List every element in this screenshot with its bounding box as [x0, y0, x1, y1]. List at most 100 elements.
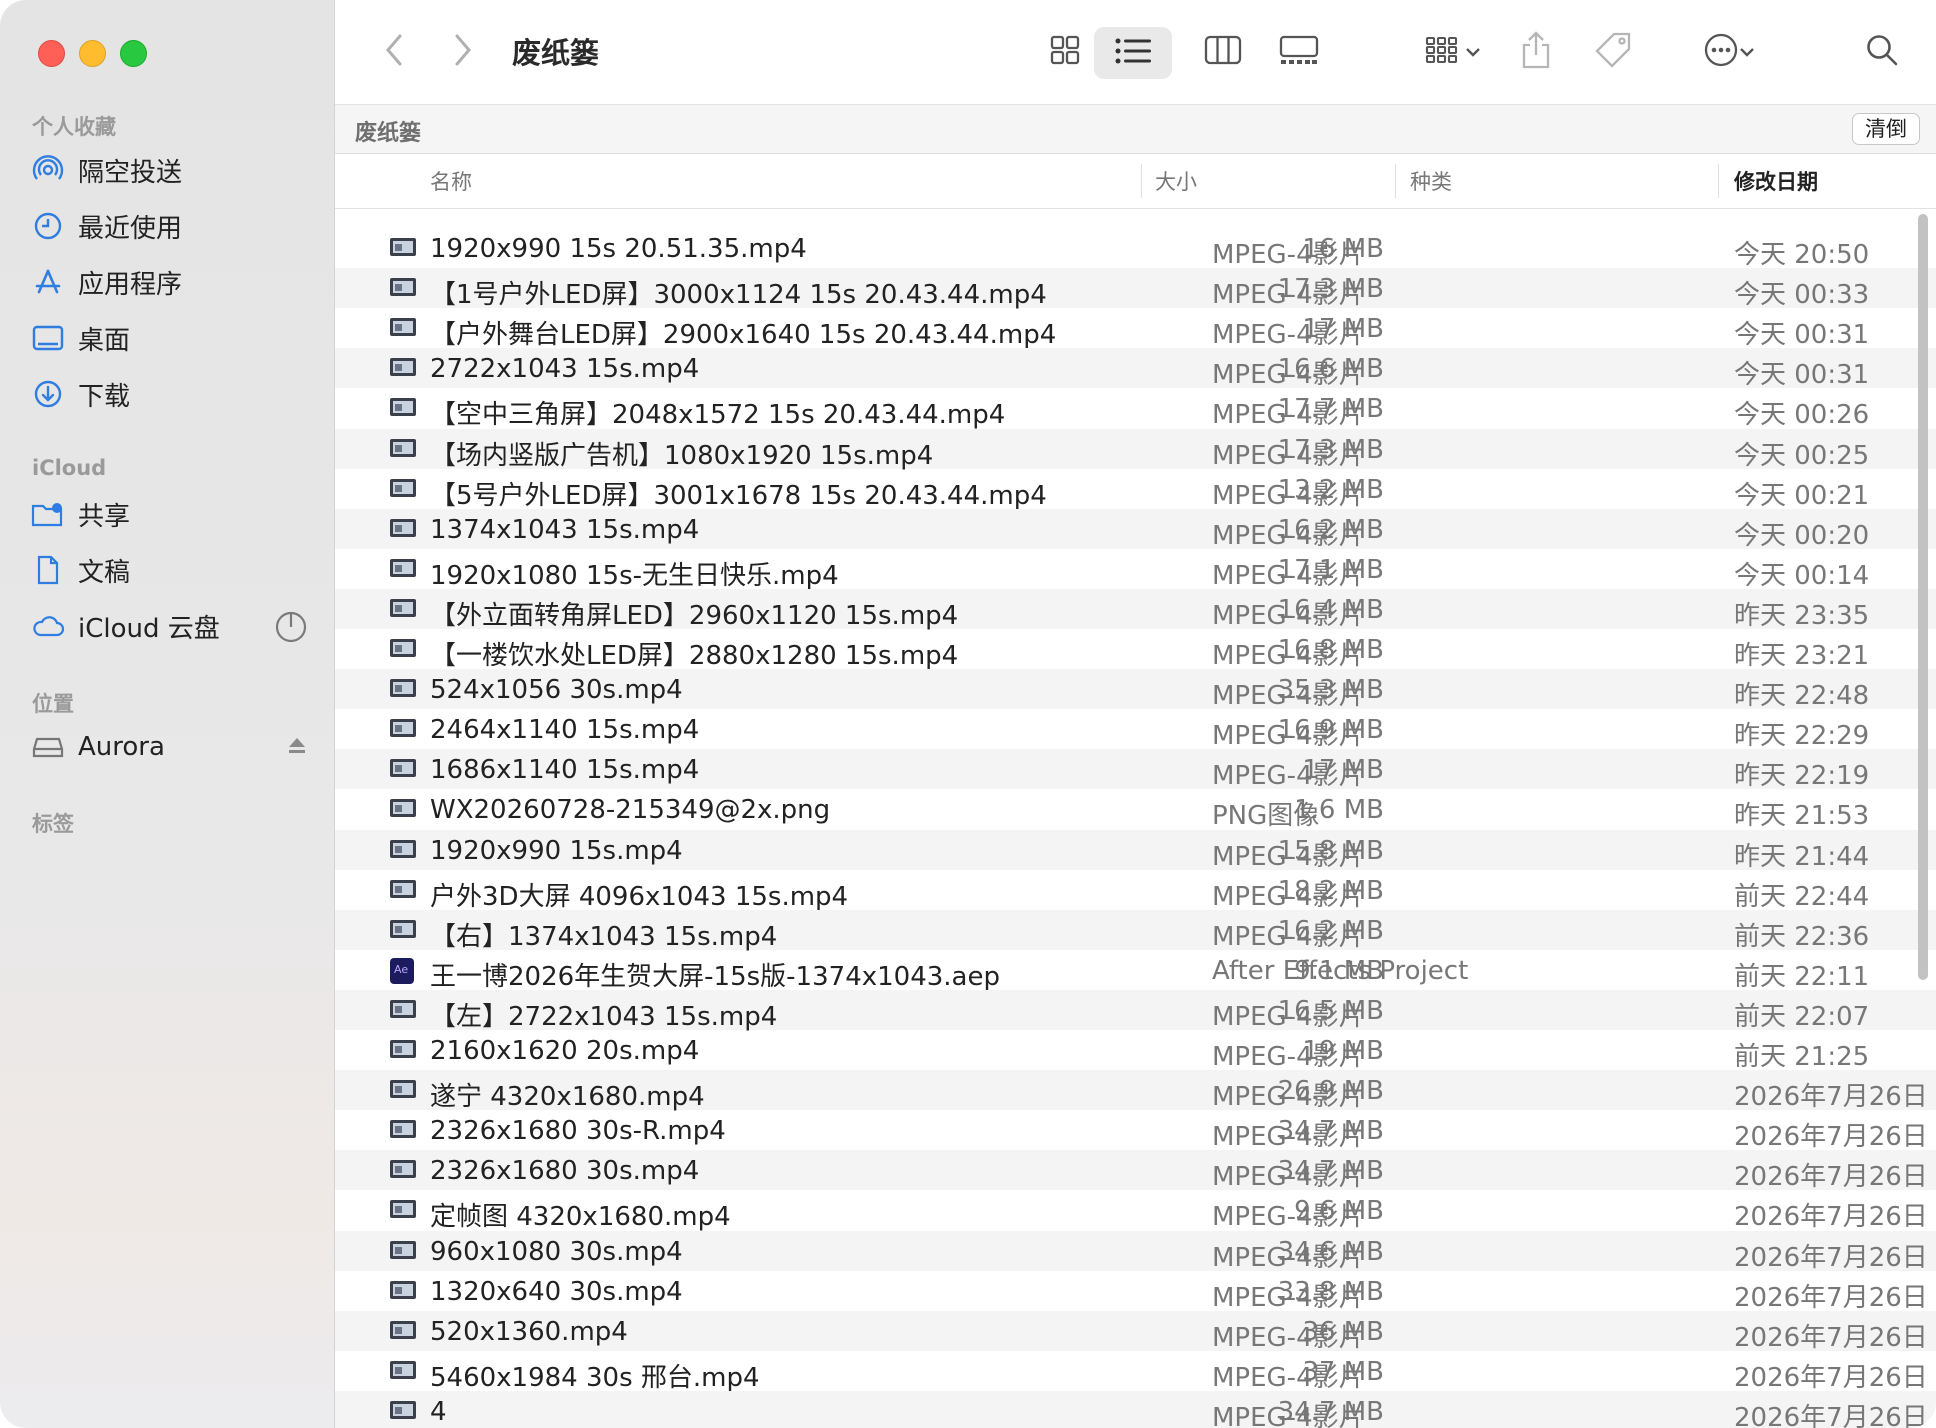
file-kind: PNG图像 [1212, 801, 1320, 832]
file-date-modified: 前天 21:25 [1734, 1042, 1870, 1072]
file-row[interactable]: 1920x990 15s.mp4 15.8 MB MPEG-4影片 昨天 21:44 [335, 829, 1936, 872]
file-name: 户外3D大屏 4096x1043 15s.mp4 [430, 881, 849, 912]
gallery-view-button[interactable] [1269, 30, 1329, 74]
sidebar: 个人收藏 隔空投送 最近使用 应用程序 桌面 下载 iCloud 共享 文稿 i… [0, 0, 335, 1428]
file-row[interactable]: 【1号户外LED屏】3000x1124 15s 20.43.44.mp4 17.3… [335, 268, 1936, 311]
file-row[interactable]: 2326x1680 30s-R.mp4 34.7 MB MPEG-4影片 2026年7… [335, 1110, 1936, 1152]
file-row[interactable]: 520x1360.mp4 36 MB MPEG-4影片 2026年7月26日 [335, 1310, 1936, 1353]
file-row[interactable]: 1686x1140 15s.mp4 17 MB MPEG-4影片 昨天 22:19 [335, 749, 1936, 792]
column-separator[interactable] [1141, 164, 1142, 198]
file-kind: MPEG-4影片 [1212, 1402, 1365, 1428]
tag-button[interactable] [1585, 30, 1641, 74]
file-date-modified: 昨天 22:19 [1734, 761, 1870, 792]
file-row[interactable]: 5460x1984 30s 邢台.mp4 37 MB MPEG-4影片 2026年7月… [335, 1351, 1936, 1393]
locations-section-title: 位置 [32, 692, 74, 716]
column-name[interactable]: 名称 [430, 166, 472, 196]
minimize-window-button[interactable] [79, 40, 106, 67]
file-row[interactable]: 【右】1374x1043 15s.mp4 16.2 MB MPEG-4影片 前天 22… [335, 909, 1936, 952]
file-row[interactable]: 【户外舞台LED屏】2900x1640 15s 20.43.44.mp4 17 M… [335, 308, 1936, 350]
empty-trash-button[interactable]: 清倒 [1852, 113, 1920, 145]
video-file-icon [389, 917, 417, 943]
file-kind: MPEG-4影片 [1212, 761, 1365, 792]
file-date-modified: 前天 22:44 [1734, 881, 1870, 912]
file-row[interactable]: 【5号户外LED屏】3001x1678 15s 20.43.44.mp4 13.2… [335, 469, 1936, 511]
column-separator[interactable] [1718, 164, 1719, 198]
sidebar-item-recents[interactable]: 最近使用 [28, 204, 308, 248]
file-row[interactable]: 2160x1620 20s.mp4 19 MB MPEG-4影片 前天 21:25 [335, 1030, 1936, 1072]
file-row[interactable]: 1920x1080 15s-无生日快乐.mp4 17.1 MB MPEG-4影片 今天… [335, 549, 1936, 591]
file-row[interactable]: 定帧图 4320x1680.mp4 9.6 MB MPEG-4影片 2026年7月26… [335, 1190, 1936, 1232]
file-kind: MPEG-4影片 [1212, 400, 1365, 431]
file-row[interactable]: 2464x1140 15s.mp4 16.9 MB MPEG-4影片 昨天 22:29 [335, 709, 1936, 752]
file-row[interactable]: WX20260728-215349@2x.png 1.6 MB PNG图像 昨天 21… [335, 789, 1936, 832]
sidebar-item-documents[interactable]: 文稿 [28, 548, 308, 592]
search-button[interactable] [1857, 30, 1907, 74]
file-row[interactable]: 【外立面转角屏LED】2960x1120 15s.mp4 16.4 MB MPEG-… [335, 588, 1936, 631]
column-kind[interactable]: 种类 [1410, 166, 1452, 196]
share-icon [1521, 31, 1551, 73]
file-name: 【一楼饮水处LED屏】2880x1280 15s.mp4 [430, 641, 959, 671]
file-date-modified: 昨天 22:29 [1734, 721, 1870, 752]
search-icon [1865, 33, 1899, 71]
file-row[interactable]: 【空中三角屏】2048x1572 15s 20.43.44.mp4 17.7 MB… [335, 388, 1936, 431]
sidebar-item-shared[interactable]: 共享 [28, 492, 308, 536]
sync-progress-icon [274, 610, 308, 648]
more-actions-button[interactable] [1689, 30, 1769, 74]
file-row[interactable]: 960x1080 30s.mp4 34.6 MB MPEG-4影片 2026年7月26… [335, 1230, 1936, 1273]
sidebar-item-aurora[interactable]: Aurora [28, 725, 308, 769]
column-separator[interactable] [1395, 164, 1396, 198]
file-date-modified: 2026年7月26日 [1734, 1362, 1928, 1393]
file-row[interactable]: 遂宁 4320x1680.mp4 26.9 MB MPEG-4影片 2026年7月26… [335, 1070, 1936, 1113]
video-file-icon [389, 395, 417, 421]
vertical-scrollbar[interactable] [1918, 214, 1928, 980]
list-view-button[interactable] [1094, 27, 1172, 79]
file-kind: MPEG-4影片 [1212, 1082, 1365, 1113]
zoom-window-button[interactable] [120, 40, 147, 67]
video-file-icon [389, 1157, 417, 1183]
video-file-icon [389, 837, 417, 863]
back-button[interactable] [372, 30, 416, 74]
sidebar-item-label: 隔空投送 [78, 157, 183, 188]
file-row[interactable]: 户外3D大屏 4096x1043 15s.mp4 18.2 MB MPEG-4影片前… [335, 870, 1936, 912]
file-row[interactable]: 1320x640 30s.mp4 33.8 MB MPEG-4影片 2026年7月26… [335, 1271, 1936, 1313]
file-name: 【左】2722x1043 15s.mp4 [430, 1001, 778, 1032]
video-file-icon [389, 636, 417, 662]
eject-icon[interactable] [286, 735, 308, 761]
column-date-modified[interactable]: 修改日期 [1734, 166, 1818, 196]
file-row[interactable]: 4 34.7 MB MPEG-4影片 2026年7月26日 [335, 1390, 1936, 1428]
chevron-down-icon [1465, 43, 1481, 62]
video-file-icon [389, 676, 417, 702]
column-view-button[interactable] [1193, 30, 1253, 74]
airdrop-icon [28, 150, 68, 190]
file-row[interactable]: 【场内竖版广告机】1080x1920 15s.mp4 17.3 MB MPEG-4影… [335, 428, 1936, 471]
sidebar-item-applications[interactable]: 应用程序 [28, 260, 308, 304]
sidebar-item-icloud-drive[interactable]: iCloud 云盘 [28, 604, 308, 648]
video-file-icon [389, 1037, 417, 1063]
file-kind: MPEG-4影片 [1212, 520, 1365, 551]
file-kind: MPEG-4影片 [1212, 641, 1365, 671]
file-row[interactable]: 1374x1043 15s.mp4 16.2 MB MPEG-4影片 今天 00:20 [335, 508, 1936, 551]
sidebar-item-label: 桌面 [78, 325, 131, 356]
file-date-modified: 今天 00:31 [1734, 360, 1870, 391]
column-size[interactable]: 大小 [1155, 166, 1197, 196]
close-window-button[interactable] [38, 40, 65, 67]
file-row[interactable]: 2722x1043 15s.mp4 16.6 MB MPEG-4影片 今天 00:31 [335, 348, 1936, 391]
group-by-button[interactable] [1413, 30, 1493, 74]
sidebar-item-downloads[interactable]: 下载 [28, 372, 308, 416]
file-row[interactable]: Ae 王一博2026年生贺大屏-15s版-1374x1043.aep 9.1 MB A… [335, 950, 1936, 992]
file-row[interactable]: 2326x1680 30s.mp4 34.7 MB MPEG-4影片 2026年7月2… [335, 1150, 1936, 1192]
file-row[interactable]: 1920x990 15s 20.51.35.mp4 16 MB MPEG-4影片 今天… [335, 228, 1936, 270]
sidebar-item-airdrop[interactable]: 隔空投送 [28, 148, 308, 192]
sidebar-item-desktop[interactable]: 桌面 [28, 316, 308, 360]
file-date-modified: 今天 00:20 [1734, 520, 1870, 551]
icon-view-button[interactable] [1035, 30, 1095, 74]
file-row[interactable]: 【一楼饮水处LED屏】2880x1280 15s.mp4 16.8 MB MPEG-… [335, 629, 1936, 671]
file-row[interactable]: 524x1056 30s.mp4 35.3 MB MPEG-4影片 昨天 22:48 [335, 669, 1936, 711]
file-date-modified: 昨天 23:35 [1734, 600, 1870, 631]
file-row[interactable]: 【左】2722x1043 15s.mp4 16.5 MB MPEG-4影片 前天 22… [335, 989, 1936, 1032]
forward-button[interactable] [441, 30, 485, 74]
share-button[interactable] [1511, 30, 1561, 74]
list-icon [1115, 37, 1151, 69]
file-date-modified: 今天 00:33 [1734, 280, 1870, 311]
file-name: 960x1080 30s.mp4 [430, 1236, 683, 1267]
